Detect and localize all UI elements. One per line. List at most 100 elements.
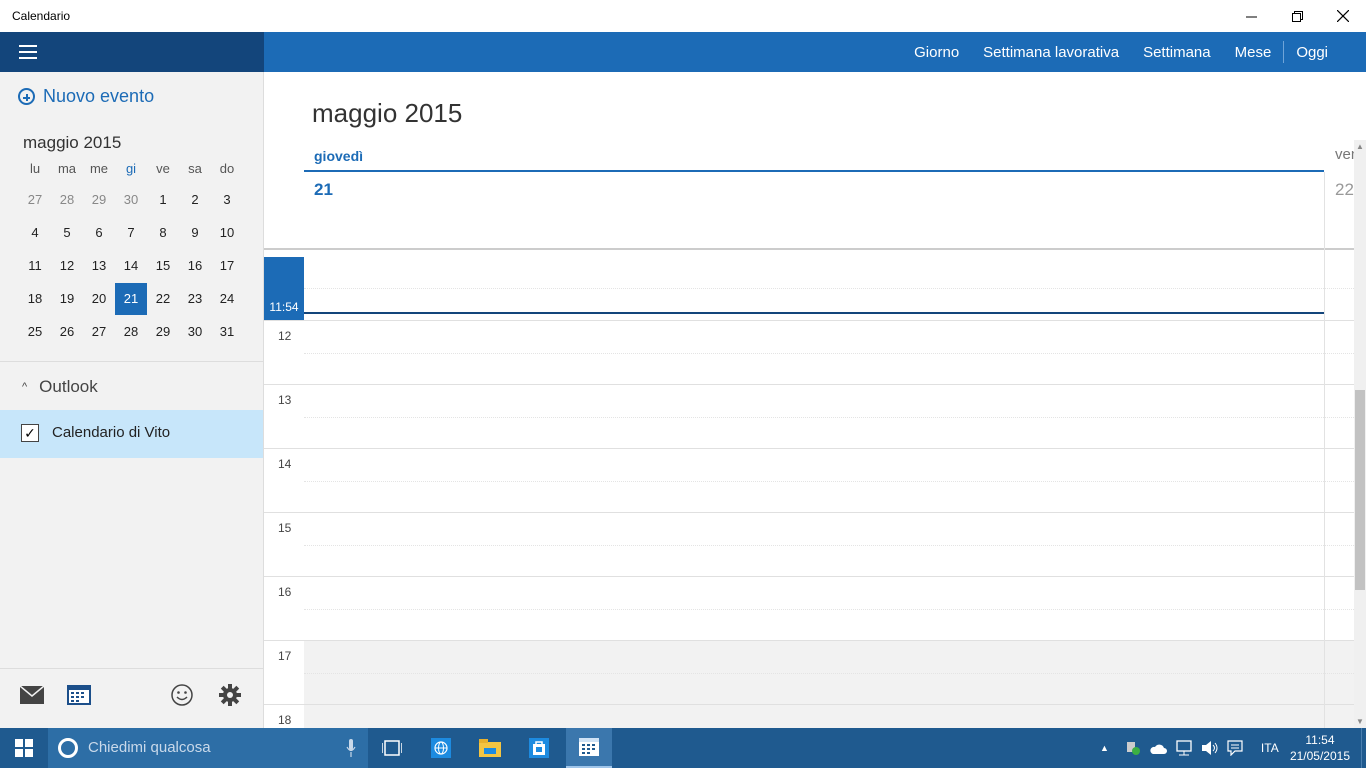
mini-calendar-day[interactable]: 14 xyxy=(115,250,147,282)
half-hour-line xyxy=(304,545,1354,546)
hour-label: 16 xyxy=(278,585,292,599)
hour-slot[interactable] xyxy=(264,256,1354,320)
feedback-smiley-icon[interactable] xyxy=(168,681,196,709)
hour-slot[interactable]: 14 xyxy=(264,448,1354,512)
input-language[interactable]: ITA xyxy=(1261,741,1279,755)
half-hour-line xyxy=(304,481,1354,482)
view-day-button[interactable]: Giorno xyxy=(914,44,959,61)
file-explorer-icon[interactable] xyxy=(468,728,512,768)
show-desktop-button[interactable] xyxy=(1361,728,1366,768)
weekday-label: gi xyxy=(125,161,137,176)
mini-calendar-day[interactable]: 15 xyxy=(147,250,179,282)
mini-calendar-day[interactable]: 19 xyxy=(51,283,83,315)
mini-calendar-day[interactable]: 11 xyxy=(19,250,51,282)
mini-calendar-day[interactable]: 17 xyxy=(211,250,243,282)
hour-slot[interactable]: 12 xyxy=(264,320,1354,384)
volume-icon[interactable] xyxy=(1201,740,1219,756)
calendar-icon[interactable] xyxy=(65,681,93,709)
hour-label: 17 xyxy=(278,649,292,663)
day-column-header[interactable]: giovedì xyxy=(304,146,1324,172)
mini-calendar-day[interactable]: 26 xyxy=(51,316,83,348)
minimize-button[interactable] xyxy=(1228,0,1274,32)
mini-calendar-day[interactable]: 24 xyxy=(211,283,243,315)
hour-slot[interactable]: 17 xyxy=(264,640,1354,705)
mini-calendar-day[interactable]: 16 xyxy=(179,250,211,282)
mini-calendar-day[interactable]: 20 xyxy=(83,283,115,315)
weekday-label: me xyxy=(89,161,109,176)
mini-calendar-day[interactable]: 29 xyxy=(83,184,115,216)
show-hidden-icons-chevron-icon[interactable]: ▲ xyxy=(1100,743,1109,753)
mail-icon[interactable] xyxy=(18,681,46,709)
mini-calendar-day[interactable]: 30 xyxy=(115,184,147,216)
mini-calendar-day[interactable]: 13 xyxy=(83,250,115,282)
hour-slot[interactable]: 15 xyxy=(264,512,1354,576)
half-hour-line xyxy=(304,417,1354,418)
mini-calendar-day[interactable]: 25 xyxy=(19,316,51,348)
hamburger-menu-icon[interactable] xyxy=(19,45,37,59)
day-view: maggio 2015 giovedì 21 ven 22 12 13 14 15 16… xyxy=(264,72,1366,728)
cortana-search-box[interactable]: Chiedimi qualcosa xyxy=(48,728,368,768)
view-work-week-button[interactable]: Settimana lavorativa xyxy=(983,44,1119,61)
mini-calendar-day[interactable]: 22 xyxy=(147,283,179,315)
calendar-app-taskbar-icon[interactable] xyxy=(566,728,612,768)
mini-calendar-day[interactable]: 5 xyxy=(51,217,83,249)
task-view-icon[interactable] xyxy=(370,728,414,768)
mini-calendar-day[interactable]: 9 xyxy=(179,217,211,249)
mini-calendar-day[interactable]: 27 xyxy=(19,184,51,216)
mini-calendar-day[interactable]: 31 xyxy=(211,316,243,348)
store-icon[interactable] xyxy=(517,728,561,768)
taskbar: Chiedimi qualcosa ▲ ITA 11:54 21/05/2015 xyxy=(0,728,1366,768)
browser-icon[interactable] xyxy=(419,728,463,768)
onedrive-cloud-icon[interactable] xyxy=(1149,741,1167,755)
vertical-scrollbar[interactable]: ▲ ▼ xyxy=(1354,140,1366,728)
mini-calendar-day[interactable]: 28 xyxy=(51,184,83,216)
calendar-checkbox[interactable]: ✓ xyxy=(21,424,39,442)
mini-calendar-day[interactable]: 3 xyxy=(211,184,243,216)
view-month-button[interactable]: Mese xyxy=(1235,44,1272,61)
hour-slot[interactable]: 13 xyxy=(264,384,1354,448)
mini-calendar-day[interactable]: 28 xyxy=(115,316,147,348)
calendar-item-label: Calendario di Vito xyxy=(52,424,171,441)
restore-button[interactable] xyxy=(1274,0,1320,32)
mini-calendar-title[interactable]: maggio 2015 xyxy=(23,133,121,153)
hour-slot[interactable]: 18 xyxy=(264,704,1354,728)
mini-calendar-day[interactable]: 6 xyxy=(83,217,115,249)
system-tray: ▲ ITA xyxy=(1100,728,1279,768)
new-event-button[interactable]: Nuovo evento xyxy=(18,86,154,107)
scrollbar-thumb[interactable] xyxy=(1355,390,1365,590)
today-button[interactable]: Oggi xyxy=(1296,44,1328,61)
mini-calendar-day[interactable]: 23 xyxy=(179,283,211,315)
microphone-icon[interactable] xyxy=(346,739,356,757)
action-center-icon[interactable] xyxy=(1227,740,1243,756)
hour-slot[interactable]: 16 xyxy=(264,576,1354,640)
mini-calendar-day[interactable]: 27 xyxy=(83,316,115,348)
start-button[interactable] xyxy=(0,728,48,768)
account-group-outlook[interactable]: ^ Outlook xyxy=(22,377,98,397)
hour-label: 18 xyxy=(278,713,292,727)
column-divider xyxy=(1324,172,1325,728)
scroll-up-arrow-icon[interactable]: ▲ xyxy=(1354,142,1366,151)
mini-calendar-day[interactable]: 2 xyxy=(179,184,211,216)
mini-calendar-day[interactable]: 8 xyxy=(147,217,179,249)
view-week-button[interactable]: Settimana xyxy=(1143,44,1211,61)
mini-calendar-day[interactable]: 12 xyxy=(51,250,83,282)
mini-calendar-day[interactable]: 21 xyxy=(115,283,147,315)
taskbar-clock[interactable]: 11:54 21/05/2015 xyxy=(1290,732,1350,764)
safely-remove-hardware-icon[interactable] xyxy=(1125,740,1141,756)
network-icon[interactable] xyxy=(1175,740,1193,756)
mini-calendar-day[interactable]: 18 xyxy=(19,283,51,315)
clock-date: 21/05/2015 xyxy=(1289,749,1350,763)
mini-calendar-day[interactable]: 10 xyxy=(211,217,243,249)
mini-calendar-day[interactable]: 4 xyxy=(19,217,51,249)
mini-calendar-day[interactable]: 29 xyxy=(147,316,179,348)
calendar-item[interactable]: ✓ Calendario di Vito xyxy=(0,410,263,458)
clock-time: 11:54 xyxy=(1305,733,1335,747)
mini-calendar-day[interactable]: 30 xyxy=(179,316,211,348)
mini-calendar-day[interactable]: 7 xyxy=(115,217,147,249)
mini-calendar-day[interactable]: 1 xyxy=(147,184,179,216)
close-button[interactable] xyxy=(1320,0,1366,32)
close-icon xyxy=(1337,10,1349,22)
half-hour-line xyxy=(304,353,1354,354)
scroll-down-arrow-icon[interactable]: ▼ xyxy=(1354,717,1366,726)
settings-gear-icon[interactable] xyxy=(216,681,244,709)
